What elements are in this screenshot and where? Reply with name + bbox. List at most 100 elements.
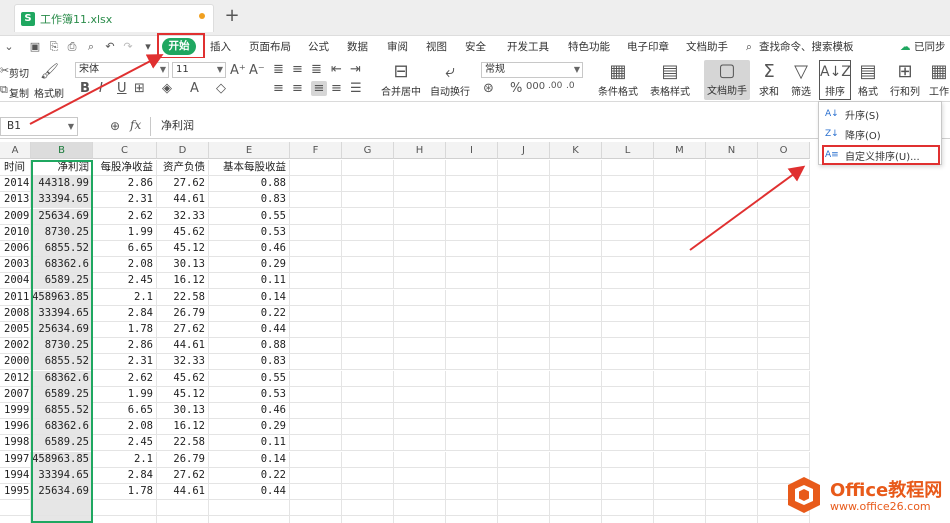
table-cell[interactable]: 1.78	[93, 322, 157, 338]
table-cell[interactable]	[290, 289, 342, 306]
table-cell[interactable]	[706, 354, 758, 371]
table-cell[interactable]	[446, 354, 498, 371]
table-cell[interactable]	[654, 289, 706, 306]
table-cell[interactable]: 44.61	[157, 338, 209, 355]
table-cell[interactable]	[550, 224, 602, 241]
table-cell[interactable]	[602, 289, 654, 306]
table-cell[interactable]	[498, 500, 550, 517]
table-cell[interactable]	[758, 386, 810, 403]
table-cell[interactable]	[342, 354, 394, 371]
table-cell[interactable]	[446, 516, 498, 523]
table-cell[interactable]: 44.61	[157, 192, 209, 209]
table-cell[interactable]	[550, 192, 602, 209]
table-cell[interactable]	[290, 403, 342, 419]
column-header-g[interactable]: G	[342, 142, 394, 159]
table-cell[interactable]	[157, 516, 209, 523]
menu-formulas[interactable]: 公式	[308, 39, 329, 55]
table-cell[interactable]: 2007	[0, 386, 31, 403]
table-cell[interactable]: 2006	[0, 241, 31, 257]
export-icon[interactable]: ⎘	[47, 40, 61, 54]
table-cell[interactable]: 2.08	[93, 419, 157, 436]
table-cell[interactable]: 2005	[0, 322, 31, 338]
table-cell[interactable]	[446, 322, 498, 338]
number-format-select[interactable]: 常规 ▼	[481, 62, 583, 78]
table-cell[interactable]	[394, 484, 446, 500]
table-cell[interactable]: 33394.65	[31, 192, 93, 209]
table-cell[interactable]	[550, 516, 602, 523]
table-cell[interactable]	[706, 176, 758, 193]
table-cell[interactable]: 2009	[0, 208, 31, 225]
table-cell[interactable]	[758, 322, 810, 338]
table-cell[interactable]	[654, 273, 706, 290]
table-cell[interactable]	[498, 354, 550, 371]
table-cell[interactable]	[602, 500, 654, 517]
table-cell[interactable]	[394, 354, 446, 371]
rows-cols-button[interactable]: ⊞ 行和列	[886, 61, 924, 98]
table-cell[interactable]	[209, 500, 290, 517]
column-header-i[interactable]: I	[446, 142, 498, 159]
table-cell[interactable]	[290, 354, 342, 371]
table-cell[interactable]	[758, 370, 810, 387]
table-cell[interactable]	[446, 289, 498, 306]
table-cell[interactable]: 0.14	[209, 289, 290, 306]
table-cell[interactable]: 2008	[0, 305, 31, 322]
header-cell[interactable]	[706, 160, 758, 176]
table-cell[interactable]	[602, 419, 654, 436]
table-cell[interactable]	[394, 403, 446, 419]
table-cell[interactable]: 6.65	[93, 403, 157, 419]
save-icon[interactable]: ▣	[28, 40, 42, 54]
menu-review[interactable]: 审阅	[387, 39, 408, 55]
table-cell[interactable]	[758, 192, 810, 209]
table-cell[interactable]	[290, 241, 342, 257]
table-cell[interactable]	[654, 403, 706, 419]
table-style-button[interactable]: ▤ 表格样式	[646, 61, 694, 98]
table-cell[interactable]: 1997	[0, 451, 31, 468]
table-cell[interactable]	[550, 305, 602, 322]
table-cell[interactable]: 0.46	[209, 403, 290, 419]
table-cell[interactable]	[290, 370, 342, 387]
table-cell[interactable]	[706, 370, 758, 387]
table-cell[interactable]	[706, 435, 758, 452]
table-cell[interactable]: 0.29	[209, 257, 290, 274]
increase-font-icon[interactable]: A⁺	[230, 63, 246, 78]
underline-icon[interactable]: U	[117, 81, 127, 96]
table-cell[interactable]	[550, 322, 602, 338]
header-cell[interactable]: 净利润	[31, 160, 93, 176]
table-cell[interactable]	[758, 224, 810, 241]
table-cell[interactable]	[498, 435, 550, 452]
table-cell[interactable]	[446, 338, 498, 355]
table-cell[interactable]: 2.1	[93, 451, 157, 468]
header-cell[interactable]	[550, 160, 602, 176]
table-cell[interactable]	[394, 176, 446, 193]
table-cell[interactable]	[290, 451, 342, 468]
table-cell[interactable]: 2.08	[93, 257, 157, 274]
table-cell[interactable]	[758, 208, 810, 225]
table-cell[interactable]	[706, 500, 758, 517]
table-cell[interactable]	[550, 403, 602, 419]
table-cell[interactable]	[550, 500, 602, 517]
table-cell[interactable]: 2.86	[93, 176, 157, 193]
table-cell[interactable]	[602, 467, 654, 484]
table-cell[interactable]	[654, 484, 706, 500]
table-cell[interactable]: 2002	[0, 338, 31, 355]
table-cell[interactable]: 2012	[0, 370, 31, 387]
table-cell[interactable]	[602, 322, 654, 338]
worksheet-button[interactable]: ▦ 工作	[928, 61, 950, 98]
table-cell[interactable]: 1994	[0, 467, 31, 484]
table-cell[interactable]	[602, 403, 654, 419]
table-cell[interactable]: 0.11	[209, 435, 290, 452]
table-cell[interactable]	[706, 241, 758, 257]
table-cell[interactable]: 22.58	[157, 289, 209, 306]
table-cell[interactable]	[706, 386, 758, 403]
header-cell[interactable]: 基本每股收益	[209, 160, 290, 176]
table-cell[interactable]: 30.13	[157, 403, 209, 419]
column-header-h[interactable]: H	[394, 142, 446, 159]
table-cell[interactable]	[446, 370, 498, 387]
table-cell[interactable]: 25634.69	[31, 208, 93, 225]
table-cell[interactable]	[394, 208, 446, 225]
table-cell[interactable]	[446, 484, 498, 500]
table-cell[interactable]: 1996	[0, 419, 31, 436]
header-cell[interactable]	[342, 160, 394, 176]
table-cell[interactable]	[342, 208, 394, 225]
table-cell[interactable]: 25634.69	[31, 322, 93, 338]
